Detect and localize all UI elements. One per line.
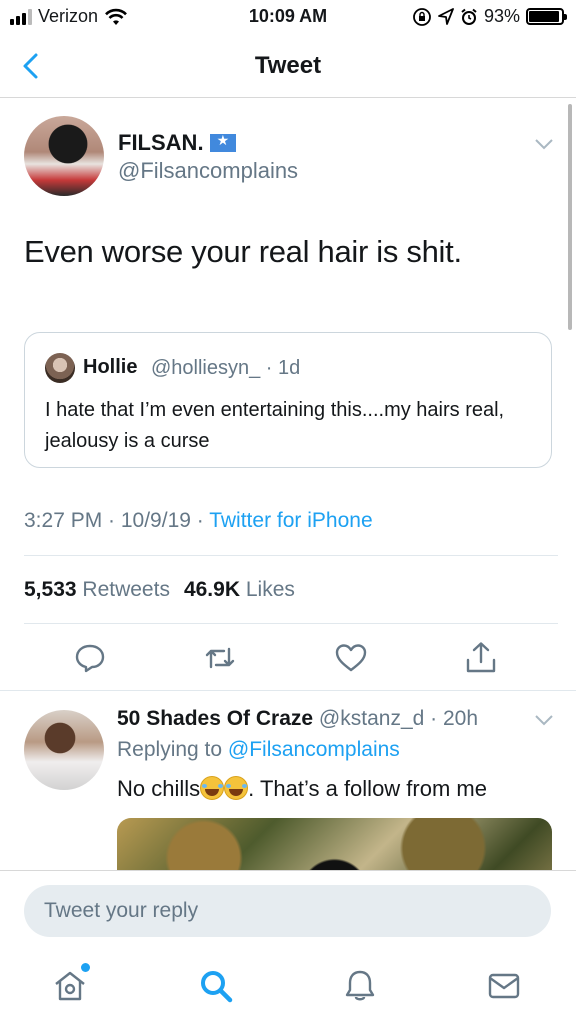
replying-mention-link[interactable]: @Filsancomplains — [228, 738, 400, 761]
likes-count: 46.9K — [183, 578, 240, 601]
author-name-row[interactable]: FILSAN. — [118, 130, 236, 156]
reply-input[interactable] — [24, 885, 551, 937]
notifications-icon[interactable] — [342, 968, 378, 1004]
tweet-source-link[interactable]: Twitter for iPhone — [209, 509, 372, 532]
author-handle[interactable]: @Filsancomplains — [118, 158, 298, 184]
author-name[interactable]: FILSAN. — [118, 130, 204, 156]
search-icon[interactable] — [198, 968, 234, 1004]
tweet-time-date: 3:27 PM · 10/9/19 · — [24, 509, 210, 532]
quote-text: I hate that I’m even entertaining this..… — [45, 399, 505, 452]
retweets-stat[interactable]: 5,533 Retweets — [24, 578, 170, 602]
retweets-label: Retweets — [82, 578, 170, 601]
retweets-count: 5,533 — [24, 578, 77, 601]
somalia-flag-icon — [209, 132, 236, 152]
replying-prefix: Replying to — [117, 738, 228, 761]
tab-bar — [0, 950, 576, 1024]
status-bar: Verizon 10:09 AM 93% — [0, 0, 576, 34]
battery-percent: 93% — [483, 6, 520, 26]
scrollbar[interactable] — [568, 104, 572, 330]
reply-composer — [0, 870, 576, 950]
retweet-icon[interactable] — [202, 640, 238, 676]
like-icon[interactable] — [333, 640, 369, 676]
share-icon[interactable] — [463, 640, 499, 676]
page-title: Tweet — [254, 52, 322, 79]
alarm-icon — [461, 8, 477, 25]
tweet-text: Even worse your real hair is shit. — [24, 234, 462, 269]
chevron-down-icon[interactable] — [532, 134, 556, 154]
replying-to: Replying to @Filsancomplains — [117, 738, 400, 762]
author-avatar[interactable] — [24, 116, 104, 196]
reply-text-after: . That’s a follow from me — [248, 776, 487, 801]
reply-author-handle: @kstanz_d · 20h — [313, 707, 478, 730]
reply-icon[interactable] — [72, 640, 108, 676]
reply-header[interactable]: 50 Shades Of Craze @kstanz_d · 20h — [117, 707, 478, 731]
reply-author-avatar[interactable] — [24, 710, 104, 790]
reply-text: No chills . That’s a follow from me — [117, 776, 487, 802]
reply-text-before: No chills — [117, 776, 201, 801]
chevron-down-icon[interactable] — [532, 710, 556, 730]
divider — [0, 690, 576, 691]
location-icon — [438, 7, 454, 25]
tweet-stats: 5,533 Retweets 46.9K Likes — [24, 578, 295, 602]
tweet-actions — [0, 640, 576, 680]
home-notification-dot — [81, 963, 90, 972]
messages-icon[interactable] — [486, 968, 522, 1004]
divider — [24, 623, 558, 624]
reply-author-name[interactable]: 50 Shades Of Craze — [117, 707, 313, 730]
nav-bar: Tweet — [0, 34, 576, 98]
quote-avatar — [45, 353, 75, 383]
divider — [24, 555, 558, 556]
quote-author-handle: @holliesyn_ · 1d — [151, 357, 301, 379]
tweet-timestamp: 3:27 PM · 10/9/19 · Twitter for iPhone — [24, 509, 373, 533]
home-icon[interactable] — [52, 968, 88, 1004]
likes-label: Likes — [245, 578, 295, 601]
quoted-tweet[interactable]: Hollie @holliesyn_ · 1d I hate that I’m … — [24, 332, 552, 468]
quote-author-name: Hollie — [83, 356, 138, 378]
lock-rotation-icon — [413, 7, 431, 26]
likes-stat[interactable]: 46.9K Likes — [184, 578, 295, 602]
tears-of-joy-emoji-icon — [200, 776, 225, 800]
tears-of-joy-emoji-icon — [224, 776, 249, 800]
battery-icon — [526, 8, 567, 25]
